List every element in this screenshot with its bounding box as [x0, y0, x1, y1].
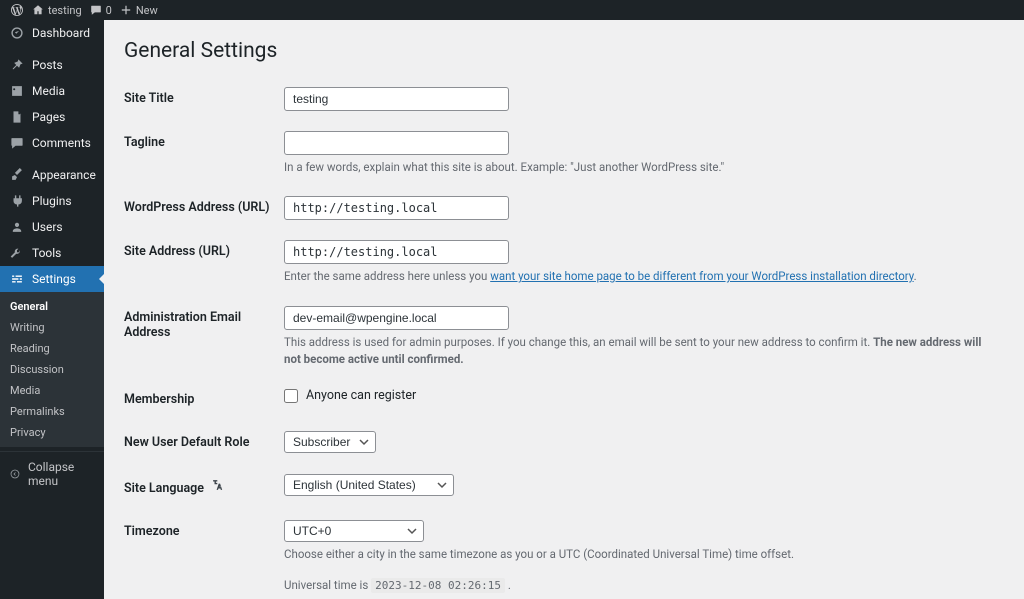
submenu-reading[interactable]: Reading	[0, 338, 104, 359]
timezone-label: Timezone	[124, 510, 284, 599]
user-icon	[10, 220, 24, 234]
menu-settings-label: Settings	[32, 272, 76, 286]
comments-icon	[10, 136, 24, 150]
menu-appearance[interactable]: Appearance	[0, 162, 104, 188]
menu-pages[interactable]: Pages	[0, 104, 104, 130]
menu-users-label: Users	[32, 220, 63, 234]
menu-plugins[interactable]: Plugins	[0, 188, 104, 214]
wordpress-logo[interactable]	[10, 3, 24, 17]
menu-comments-label: Comments	[32, 136, 91, 150]
timezone-select[interactable]: UTC+0	[284, 520, 424, 542]
translation-icon	[211, 478, 225, 492]
submenu-writing[interactable]: Writing	[0, 317, 104, 338]
default-role-select[interactable]: Subscriber	[284, 431, 376, 453]
site-title-input[interactable]	[284, 87, 509, 111]
menu-dashboard-label: Dashboard	[32, 26, 90, 40]
menu-tools-label: Tools	[32, 246, 61, 260]
home-icon	[32, 4, 44, 16]
admin-email-label: Administration Email Address	[124, 296, 284, 379]
site-url-label: Site Address (URL)	[124, 230, 284, 295]
timezone-help: Choose either a city in the same timezon…	[284, 546, 994, 563]
submenu-permalinks[interactable]: Permalinks	[0, 401, 104, 422]
timezone-utc-value: 2023-12-08 02:26:15	[371, 578, 505, 593]
membership-label: Membership	[124, 378, 284, 421]
settings-submenu: General Writing Reading Discussion Media…	[0, 292, 104, 447]
wp-url-label: WordPress Address (URL)	[124, 186, 284, 230]
toolbar-new-label: New	[136, 4, 158, 17]
menu-users[interactable]: Users	[0, 214, 104, 240]
toolbar-comments-count: 0	[106, 4, 112, 17]
page-title: General Settings	[124, 30, 1004, 77]
submenu-discussion[interactable]: Discussion	[0, 359, 104, 380]
menu-media[interactable]: Media	[0, 78, 104, 104]
wrench-icon	[10, 246, 24, 260]
toolbar-comments[interactable]: 0	[90, 4, 112, 17]
collapse-icon	[10, 468, 20, 480]
menu-posts-label: Posts	[32, 58, 63, 72]
menu-tools[interactable]: Tools	[0, 240, 104, 266]
timezone-utc-text: Universal time is 2023-12-08 02:26:15 .	[284, 577, 994, 595]
admin-email-input[interactable]	[284, 306, 509, 330]
wp-url-input[interactable]	[284, 196, 509, 220]
comment-icon	[90, 4, 102, 16]
membership-checkbox-label[interactable]: Anyone can register	[284, 388, 994, 403]
menu-dashboard[interactable]: Dashboard	[0, 20, 104, 46]
menu-appearance-label: Appearance	[32, 168, 96, 182]
submenu-general[interactable]: General	[0, 296, 104, 317]
submenu-privacy[interactable]: Privacy	[0, 422, 104, 443]
admin-toolbar: testing 0 New	[0, 0, 1024, 20]
site-url-input[interactable]	[284, 240, 509, 264]
site-title-label: Site Title	[124, 77, 284, 121]
language-label: Site Language	[124, 464, 284, 510]
toolbar-site-link[interactable]: testing	[32, 4, 82, 17]
menu-settings[interactable]: Settings	[0, 266, 104, 292]
language-select[interactable]: English (United States)	[284, 474, 454, 496]
dashboard-icon	[10, 26, 24, 40]
tagline-input[interactable]	[284, 131, 509, 155]
submenu-media[interactable]: Media	[0, 380, 104, 401]
media-icon	[10, 84, 24, 98]
main-content: General Settings Site Title Tagline In a…	[104, 20, 1024, 599]
collapse-menu-button[interactable]: Collapse menu	[0, 451, 104, 496]
membership-checkbox[interactable]	[284, 389, 298, 403]
menu-posts[interactable]: Posts	[0, 52, 104, 78]
sliders-icon	[10, 272, 24, 286]
menu-pages-label: Pages	[32, 110, 65, 124]
admin-sidebar: Dashboard Posts Media Pages Comments App…	[0, 20, 104, 599]
menu-comments[interactable]: Comments	[0, 130, 104, 156]
tagline-label: Tagline	[124, 121, 284, 186]
admin-email-help: This address is used for admin purposes.…	[284, 334, 994, 369]
toolbar-site-name: testing	[48, 4, 82, 17]
site-url-help: Enter the same address here unless you w…	[284, 268, 994, 285]
default-role-label: New User Default Role	[124, 421, 284, 464]
pin-icon	[10, 58, 24, 72]
page-icon	[10, 110, 24, 124]
menu-plugins-label: Plugins	[32, 194, 72, 208]
brush-icon	[10, 168, 24, 182]
collapse-menu-label: Collapse menu	[28, 460, 94, 488]
toolbar-new[interactable]: New	[120, 4, 158, 17]
plug-icon	[10, 194, 24, 208]
site-url-help-link[interactable]: want your site home page to be different…	[490, 269, 913, 283]
tagline-help: In a few words, explain what this site i…	[284, 159, 994, 176]
menu-media-label: Media	[32, 84, 65, 98]
plus-icon	[120, 4, 132, 16]
